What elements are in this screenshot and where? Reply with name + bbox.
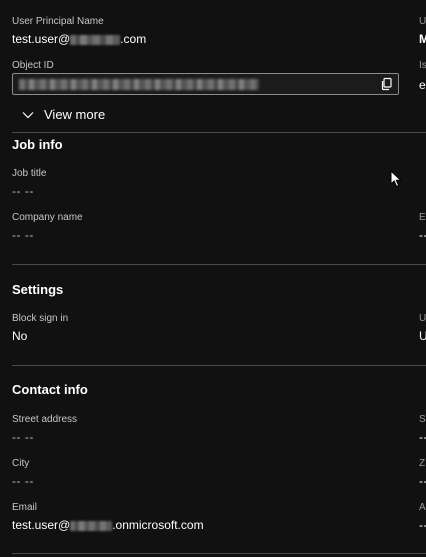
redacted-domain [70, 34, 121, 45]
street-address-value: -- -- [12, 430, 34, 444]
redacted-tenant [70, 520, 113, 531]
divider [12, 365, 426, 366]
city-label: City [12, 458, 30, 469]
job-title-label: Job title [12, 168, 47, 179]
view-more-label: View more [44, 107, 106, 122]
upn-label: User Principal Name [12, 16, 104, 27]
street-right-label: S [419, 414, 426, 425]
email-right-label: A [419, 502, 426, 513]
upn-value: test.user@ .com [12, 32, 147, 46]
city-right-value: -- [419, 474, 426, 488]
settings-heading: Settings [12, 282, 64, 297]
settings-right-value: U [419, 329, 426, 343]
settings-right-label: U [419, 313, 426, 324]
copy-icon[interactable] [380, 77, 394, 91]
email-right-value: -- [419, 518, 426, 532]
divider [12, 264, 426, 265]
company-right-label: E [419, 212, 426, 223]
divider [12, 132, 426, 133]
object-id-right-label: Is [419, 60, 426, 71]
email-value: test.user@ .onmicrosoft.com [12, 518, 204, 532]
city-value: -- -- [12, 474, 34, 488]
object-id-field[interactable] [12, 73, 399, 95]
company-name-label: Company name [12, 212, 83, 223]
company-right-value: -- [419, 228, 426, 242]
object-id-label: Object ID [12, 60, 54, 71]
job-info-heading: Job info [12, 137, 63, 152]
block-sign-in-value: No [12, 329, 28, 343]
upn-right-value: M [419, 32, 426, 46]
divider [12, 553, 426, 554]
block-sign-in-label: Block sign in [12, 313, 69, 324]
email-label: Email [12, 502, 38, 513]
redacted-object-id [19, 79, 259, 90]
street-right-value: -- [419, 430, 426, 444]
view-more-button[interactable]: View more [22, 107, 105, 122]
company-name-value: -- -- [12, 228, 34, 242]
object-id-right-value[interactable]: e [419, 78, 426, 92]
job-title-value: -- -- [12, 184, 34, 198]
upn-right-label: U [419, 16, 426, 27]
chevron-down-icon [22, 111, 34, 118]
mouse-cursor-icon [390, 170, 402, 188]
contact-info-heading: Contact info [12, 382, 88, 397]
street-address-label: Street address [12, 414, 78, 425]
city-right-label: Z [419, 458, 426, 469]
